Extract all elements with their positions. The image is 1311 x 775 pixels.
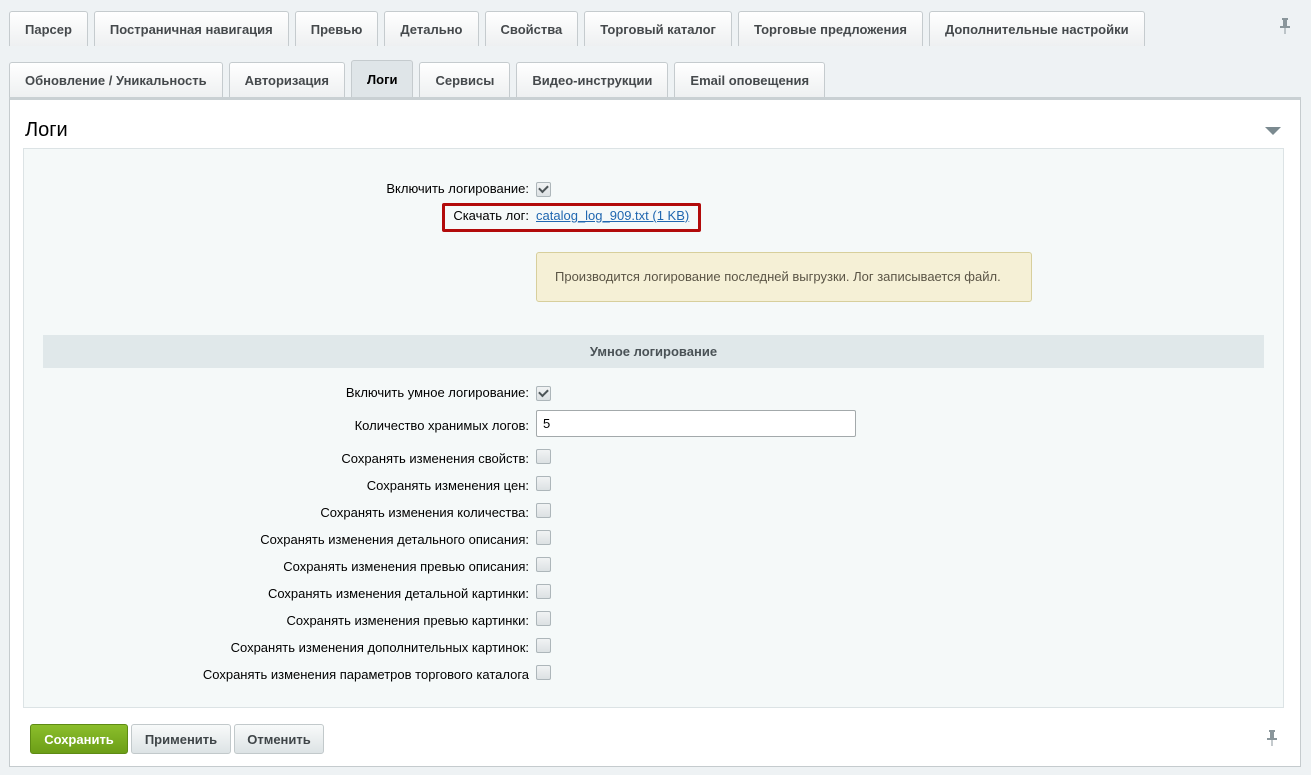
settings-page: Парсер Постраничная навигация Превью Дет… [0, 0, 1311, 775]
save-prices-label: Сохранять изменения цен: [366, 478, 529, 493]
tab-video-instructions[interactable]: Видео-инструкции [516, 62, 669, 97]
save-properties-label: Сохранять изменения свойств: [341, 451, 529, 466]
tab-properties[interactable]: Свойства [484, 11, 579, 46]
save-preview-picture-label: Сохранять изменения превью картинки: [286, 613, 529, 628]
tab-email-notifications[interactable]: Email оповещения [674, 62, 826, 97]
save-prices-checkbox[interactable] [536, 476, 551, 491]
apply-button[interactable]: Применить [131, 724, 231, 754]
tab-trade-catalog[interactable]: Торговый каталог [584, 11, 732, 46]
option-row: Сохранять изменения свойств: [24, 448, 1283, 468]
option-row: Сохранять изменения дополнительных карти… [24, 637, 1283, 657]
save-properties-checkbox[interactable] [536, 449, 551, 464]
smart-logging-heading: Умное логирование [43, 335, 1264, 368]
cancel-button[interactable]: Отменить [234, 724, 324, 754]
pin-icon[interactable] [1266, 730, 1278, 746]
enable-smart-logging-row: Включить умное логирование: [24, 382, 1283, 402]
tab-detail[interactable]: Детально [384, 11, 479, 46]
enable-logging-label: Включить логирование: [386, 181, 529, 196]
tab-parser[interactable]: Парсер [9, 11, 88, 46]
tabs-row-2: Обновление / Уникальность Авторизация Ло… [9, 60, 831, 97]
log-count-input[interactable] [536, 410, 856, 437]
save-trade-catalog-params-checkbox[interactable] [536, 665, 551, 680]
logging-note: Производится логирование последней выгру… [536, 252, 1032, 302]
tab-pagination[interactable]: Постраничная навигация [93, 11, 289, 46]
save-button[interactable]: Сохранить [30, 724, 128, 754]
save-preview-picture-checkbox[interactable] [536, 611, 551, 626]
option-row: Сохранять изменения детального описания: [24, 529, 1283, 549]
download-log-row: Скачать лог: catalog_log_909.txt (1 KB) [24, 205, 1283, 225]
save-detail-description-checkbox[interactable] [536, 530, 551, 545]
save-quantity-checkbox[interactable] [536, 503, 551, 518]
save-quantity-label: Сохранять изменения количества: [320, 505, 529, 520]
save-detail-description-label: Сохранять изменения детального описания: [260, 532, 529, 547]
save-trade-catalog-params-label: Сохранять изменения параметров торгового… [202, 667, 529, 682]
pin-icon[interactable] [1279, 18, 1291, 34]
save-additional-pictures-checkbox[interactable] [536, 638, 551, 653]
log-count-row: Количество хранимых логов: [24, 410, 1283, 437]
tabs-row-1: Парсер Постраничная навигация Превью Дет… [9, 11, 1151, 46]
save-preview-description-checkbox[interactable] [536, 557, 551, 572]
enable-logging-checkbox[interactable] [536, 181, 551, 197]
download-log-link[interactable]: catalog_log_909.txt (1 KB) [536, 208, 689, 223]
save-detail-picture-checkbox[interactable] [536, 584, 551, 599]
tab-logs[interactable]: Логи [351, 60, 414, 97]
tab-trade-offers[interactable]: Торговые предложения [737, 11, 923, 46]
save-preview-description-label: Сохранять изменения превью описания: [283, 559, 529, 574]
log-count-label: Количество хранимых логов: [354, 418, 529, 433]
panel-title: Логи [25, 119, 68, 141]
save-detail-picture-label: Сохранять изменения детальной картинки: [267, 586, 529, 601]
option-row: Сохранять изменения превью картинки: [24, 610, 1283, 630]
tab-authorization[interactable]: Авторизация [228, 62, 345, 97]
save-additional-pictures-label: Сохранять изменения дополнительных карти… [230, 640, 529, 655]
collapse-triangle-icon[interactable] [1265, 127, 1281, 135]
option-row: Сохранять изменения превью описания: [24, 556, 1283, 576]
option-row: Сохранять изменения количества: [24, 502, 1283, 522]
option-row: Сохранять изменения параметров торгового… [24, 664, 1283, 684]
panel-content: Включить логирование: Скачать лог: catal… [23, 148, 1284, 708]
tab-additional-settings[interactable]: Дополнительные настройки [928, 11, 1145, 46]
logs-panel: Логи Включить логирование: Скачать лог: … [9, 97, 1301, 767]
enable-logging-row: Включить логирование: [24, 178, 1283, 198]
option-row: Сохранять изменения детальной картинки: [24, 583, 1283, 603]
enable-smart-logging-checkbox[interactable] [536, 385, 551, 401]
tab-update-uniqueness[interactable]: Обновление / Уникальность [9, 62, 223, 97]
download-log-label: Скачать лог: [453, 208, 529, 223]
tab-services[interactable]: Сервисы [419, 62, 511, 97]
option-row: Сохранять изменения цен: [24, 475, 1283, 495]
tab-preview[interactable]: Превью [294, 11, 379, 46]
enable-smart-logging-label: Включить умное логирование: [345, 385, 529, 400]
